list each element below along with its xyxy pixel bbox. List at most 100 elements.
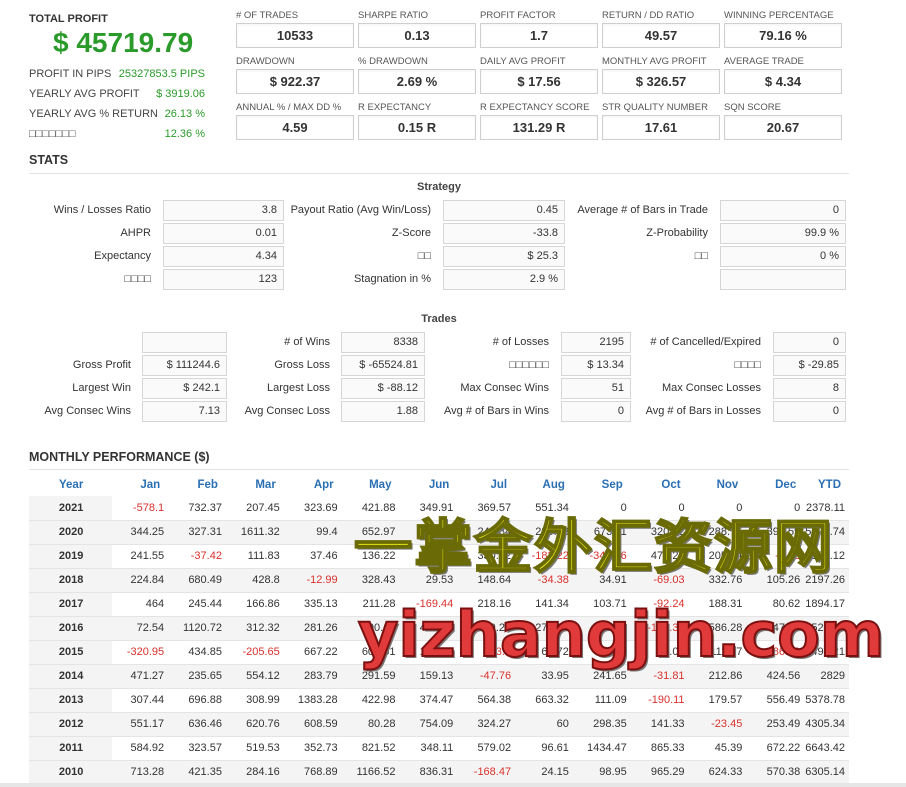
stat-label: □□□□ <box>734 359 761 371</box>
table-row: 2015 -320.95 434.85 -205.65 667.22 602.61 176.… <box>29 640 849 665</box>
column-header[interactable]: Dec <box>746 474 804 496</box>
year-cell: 2018 <box>29 568 113 593</box>
table-row: 2019 241.55 -37.42 111.83 37.46 136.22 -4.85 33… <box>29 544 849 569</box>
month-value-cell: 5878.74 <box>804 520 849 545</box>
month-value-cell: 551.17 <box>112 712 169 737</box>
metric-card: DAILY AVG PROFIT $ 17.56 <box>480 56 598 94</box>
month-value-cell: 0 <box>746 496 805 521</box>
month-value-cell: 33.95 <box>515 664 573 689</box>
metric-card: R EXPECTANCY SCORE 131.29 R <box>480 102 598 140</box>
column-header[interactable]: Jan <box>112 474 168 496</box>
stat-label: Largest Win <box>72 382 131 394</box>
month-value-cell: 156 <box>572 640 631 665</box>
month-value-cell: 90.05 <box>630 640 689 665</box>
summary-row-label: PROFIT IN PIPS <box>29 68 112 80</box>
month-value-cell: 96.61 <box>515 736 573 761</box>
month-value-cell: 270.98 <box>515 616 573 641</box>
month-value-cell: 80.62 <box>746 592 805 617</box>
month-value-cell: 245.44 <box>168 592 226 617</box>
column-header[interactable]: YTD <box>804 474 849 496</box>
stat-label: Max Consec Wins <box>460 382 549 394</box>
table-row: 2010 713.28 421.35 284.16 768.89 1166.52 836.3… <box>29 760 849 785</box>
month-value-cell: 551.34 <box>515 496 573 521</box>
stat-row: Expectancy 4.34 □□ $ 25.3 □□ 0 % <box>0 246 906 267</box>
metric-label: DAILY AVG PROFIT <box>480 56 566 67</box>
month-value-cell: 45.39 <box>688 736 747 761</box>
column-header[interactable]: Apr <box>284 474 342 496</box>
stat-label: Gross Profit <box>72 359 131 371</box>
month-value-cell: 369.57 <box>457 496 516 521</box>
year-cell: 2015 <box>29 640 113 665</box>
column-header[interactable]: May <box>342 474 400 496</box>
metric-value: $ 326.57 <box>602 69 720 94</box>
month-value-cell: -182.22 <box>515 544 573 569</box>
stat-row: Wins / Losses Ratio 3.8 Payout Ratio (Avg … <box>0 200 906 221</box>
table-row: 2018 224.84 680.49 428.8 -12.99 328.43 29.53 14… <box>29 568 849 593</box>
table-row: 2016 72.54 1120.72 312.32 281.26 400.68 482.78… <box>29 616 849 641</box>
year-cell: 2020 <box>29 520 113 545</box>
month-value-cell: 673.11 <box>572 520 631 545</box>
column-header[interactable]: Aug <box>515 474 573 496</box>
stat-value: 0 <box>773 332 846 353</box>
stat-label: Z-Score <box>391 227 431 239</box>
month-value-cell: 320.92 <box>630 520 689 545</box>
stat-label: Z-Probability <box>646 227 708 239</box>
stat-value: $ -88.12 <box>341 378 425 399</box>
metric-label: # OF TRADES <box>236 10 299 21</box>
month-value-cell: 754.09 <box>399 712 458 737</box>
month-value-cell: 352.73 <box>283 736 342 761</box>
metric-card: # OF TRADES 10533 <box>236 10 354 48</box>
strategy-title: Strategy <box>416 181 462 193</box>
month-value-cell: 1120.72 <box>168 616 226 641</box>
metric-card: % DRAWDOWN 2.69 % <box>358 56 476 94</box>
column-header[interactable]: Jul <box>457 474 515 496</box>
month-value-cell: 482.78 <box>399 616 458 641</box>
month-value-cell: 2197.26 <box>804 568 849 593</box>
month-value-cell: 965.29 <box>630 760 689 785</box>
metric-value: 17.61 <box>602 115 720 140</box>
column-header[interactable]: Year <box>29 474 112 496</box>
month-value-cell: 680.49 <box>168 568 226 593</box>
month-value-cell: 422.98 <box>341 688 400 713</box>
column-header[interactable]: Sep <box>573 474 631 496</box>
table-row: 2020 344.25 327.31 1611.32 99.4 652.97 935.58 2… <box>29 520 849 545</box>
metric-card: SHARPE RATIO 0.13 <box>358 10 476 48</box>
column-header[interactable]: Oct <box>631 474 689 496</box>
trades-title: Trades <box>421 313 457 325</box>
month-value-cell: 218.16 <box>457 592 516 617</box>
column-header[interactable]: Nov <box>689 474 747 496</box>
stat-label: AHPR <box>120 227 151 239</box>
stat-label: Stagnation in % <box>353 273 431 285</box>
month-value-cell: 768.89 <box>283 760 342 785</box>
stat-label: Expectancy <box>94 250 151 262</box>
month-value-cell: 696.88 <box>168 688 226 713</box>
summary-row-value: 12.36 % <box>164 128 205 140</box>
stat-label: Avg # of Bars in Wins <box>444 405 549 417</box>
column-header[interactable]: Mar <box>226 474 284 496</box>
stat-label: □□□□ <box>124 273 151 285</box>
stat-label: Avg Consec Loss <box>244 405 330 417</box>
stat-label: Avg # of Bars in Losses <box>645 405 761 417</box>
month-value-cell: 5378.78 <box>804 688 849 713</box>
stat-label: □□ <box>417 250 431 262</box>
month-value-cell: 24.15 <box>515 760 573 785</box>
month-value-cell: 1894.17 <box>804 592 849 617</box>
stat-row: # of Wins 8338 # of Losses 2195 # of Cancell… <box>0 332 906 353</box>
month-value-cell: -69.03 <box>630 568 689 593</box>
month-value-cell: 556.49 <box>746 688 805 713</box>
month-value-cell: 672.22 <box>746 736 805 761</box>
column-header[interactable]: Jun <box>399 474 457 496</box>
month-value-cell: 332.76 <box>688 568 747 593</box>
stat-value: $ 111244.6 <box>142 355 227 376</box>
month-value-cell: 60 <box>515 712 573 737</box>
metric-value: 4.59 <box>236 115 354 140</box>
summary-row-label: YEARLY AVG PROFIT <box>29 88 140 100</box>
metric-label: PROFIT FACTOR <box>480 10 556 21</box>
metric-label: SQN SCORE <box>724 102 782 113</box>
month-value-cell: 212.86 <box>688 664 747 689</box>
month-value-cell: 205.44 <box>688 544 747 569</box>
column-header[interactable]: Feb <box>168 474 226 496</box>
stat-label: Wins / Losses Ratio <box>53 204 151 216</box>
stat-value: 99.9 % <box>720 223 846 244</box>
month-value-cell: 323.69 <box>283 496 342 521</box>
